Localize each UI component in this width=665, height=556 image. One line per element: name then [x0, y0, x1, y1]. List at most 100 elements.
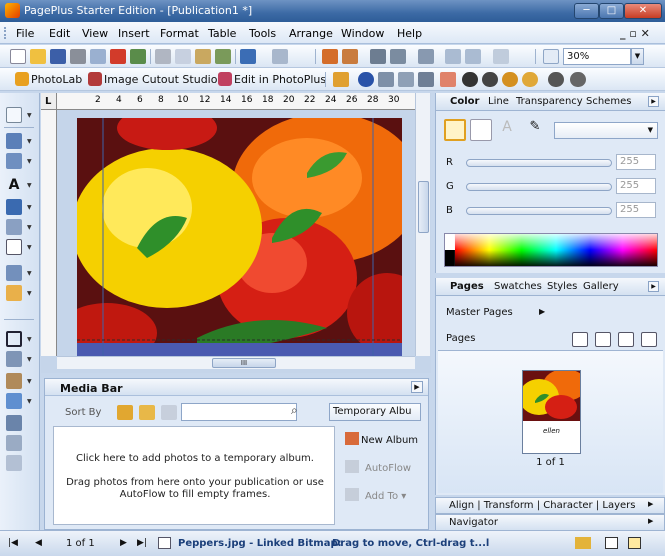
brush-icon[interactable] [333, 72, 349, 87]
pointer-tool-icon[interactable] [6, 107, 22, 123]
ruler-origin[interactable]: L [41, 93, 57, 110]
crop-icon[interactable] [465, 49, 481, 64]
horizontal-ruler[interactable]: 2 4 6 8 10 12 14 16 18 20 22 24 26 28 30 [57, 93, 415, 110]
add-folder-icon[interactable] [139, 405, 155, 420]
pages-panel-menu-button[interactable]: ▶ [648, 281, 659, 292]
close-button[interactable]: ✕ [624, 3, 662, 19]
picture-tool-icon[interactable] [6, 265, 22, 281]
email-icon[interactable] [130, 49, 146, 64]
horizontal-scroll-thumb[interactable]: III [212, 358, 276, 368]
connector-tool-icon[interactable] [6, 219, 22, 235]
3d-tool-icon[interactable] [6, 455, 22, 471]
menu-edit[interactable]: Edit [49, 27, 70, 40]
canvas-area[interactable]: L 2 4 6 8 10 12 14 16 18 20 22 24 26 28 … [41, 93, 431, 373]
align-icon[interactable] [370, 49, 386, 64]
remove-photos-icon[interactable] [161, 405, 177, 420]
info-icon[interactable] [358, 72, 374, 87]
zoom-dropdown[interactable]: ▼ [631, 48, 644, 65]
eyedropper-icon[interactable]: ✎ [524, 119, 546, 141]
tab-gallery[interactable]: Gallery [583, 281, 619, 292]
tab-line[interactable]: Line [488, 96, 509, 107]
r-slider[interactable] [466, 159, 612, 167]
brightness-icon[interactable] [502, 72, 518, 87]
last-page-button[interactable]: ▶| [137, 538, 147, 548]
paste-icon[interactable] [195, 49, 211, 64]
open-folder-icon[interactable] [30, 49, 46, 64]
rotate-icon[interactable] [390, 49, 406, 64]
menu-arrange[interactable]: Arrange [289, 27, 333, 40]
new-document-icon[interactable] [10, 49, 26, 64]
duplicate-page-icon[interactable] [641, 332, 657, 347]
color-model-dropdown[interactable]: ▼ [554, 122, 658, 139]
delete-page-icon[interactable] [618, 332, 634, 347]
save-icon[interactable] [50, 49, 66, 64]
vertical-ruler[interactable] [41, 110, 57, 356]
peppers-image[interactable] [77, 118, 402, 356]
transparency-tool-icon[interactable] [6, 393, 22, 409]
horizontal-scrollbar[interactable]: III [57, 356, 415, 369]
new-album-button[interactable]: New Album [345, 432, 418, 446]
fill-swatch-button[interactable] [444, 119, 466, 141]
tab-transparency[interactable]: Transparency [516, 96, 583, 107]
publish-pdf-icon[interactable] [110, 49, 126, 64]
crop-tool-icon[interactable] [6, 331, 22, 347]
maximize-button[interactable]: □ [599, 3, 624, 19]
tab-color[interactable]: Color [450, 96, 479, 107]
g-slider[interactable] [466, 183, 612, 191]
menu-help[interactable]: Help [397, 27, 422, 40]
menu-window[interactable]: Window [341, 27, 384, 40]
g-value-input[interactable]: 255 [616, 178, 656, 194]
page-view-icon[interactable] [628, 537, 641, 549]
autoflow-button[interactable]: AutoFlow [345, 460, 411, 474]
master-pages-label[interactable]: Master Pages [446, 307, 513, 318]
media-bar-header[interactable]: Media Bar ▶ [45, 379, 428, 396]
navigator-panel[interactable]: Navigator ▶ [435, 514, 665, 531]
search-icon[interactable]: ⌕ [291, 403, 298, 418]
r-value-input[interactable]: 255 [616, 154, 656, 170]
insert-page-icon[interactable] [572, 332, 588, 347]
tab-swatches[interactable]: Swatches [494, 281, 542, 292]
color-balance-icon[interactable] [522, 72, 538, 87]
pages-list[interactable]: ellen 1 of 1 [438, 350, 663, 493]
add-to-button[interactable]: Add To ▾ [345, 488, 406, 502]
next-page-button[interactable]: ▶ [120, 538, 127, 548]
zoom-input[interactable]: 30% [563, 48, 631, 65]
line-swatch-button[interactable] [470, 119, 492, 141]
gallery-tool-icon[interactable] [6, 285, 22, 301]
view-options-icon[interactable] [575, 537, 591, 549]
rotate-image-icon[interactable] [398, 72, 414, 87]
image-cutout-studio-button[interactable]: Image Cutout Studio [88, 72, 217, 88]
color-panel-menu-button[interactable]: ▶ [648, 96, 659, 107]
table-tool-icon[interactable] [6, 133, 22, 149]
photo-drop-area[interactable]: Click here to add photos to a temporary … [53, 426, 335, 525]
menu-file[interactable]: File [16, 27, 34, 40]
bring-to-front-icon[interactable] [322, 49, 338, 64]
menu-insert[interactable]: Insert [118, 27, 150, 40]
tab-styles[interactable]: Styles [547, 281, 577, 292]
pen-tool-icon[interactable] [6, 199, 22, 215]
menu-format[interactable]: Format [160, 27, 199, 40]
b-value-input[interactable]: 255 [616, 202, 656, 218]
text-color-button[interactable]: A [496, 119, 518, 141]
vertical-scroll-thumb[interactable] [418, 181, 429, 233]
shadow-tool-icon[interactable] [6, 415, 22, 431]
grid-tool-icon[interactable] [6, 153, 22, 169]
redo-icon[interactable] [272, 49, 288, 64]
first-page-button[interactable]: |◀ [8, 538, 18, 548]
album-select[interactable]: Temporary Albu [329, 403, 421, 421]
copy-icon[interactable] [175, 49, 191, 64]
red-eye-icon[interactable] [440, 72, 456, 87]
edit-in-photoplus-button[interactable]: Edit in PhotoPlus [218, 72, 326, 88]
text-tool-icon[interactable]: A [6, 177, 22, 193]
current-page-indicator[interactable]: 1 of 1 [66, 538, 95, 549]
toolbar-grip[interactable] [4, 27, 7, 39]
add-photos-icon[interactable] [117, 405, 133, 420]
minimize-button[interactable]: ─ [574, 3, 599, 19]
tab-schemes[interactable]: Schemes [586, 96, 631, 107]
menu-view[interactable]: View [82, 27, 108, 40]
sort-by-button[interactable]: Sort By [65, 407, 101, 418]
rotate-tool-icon[interactable] [6, 351, 22, 367]
fill-tool-icon[interactable] [6, 373, 22, 389]
photolab-button[interactable]: PhotoLab [15, 72, 82, 88]
media-search-input[interactable] [181, 403, 297, 421]
